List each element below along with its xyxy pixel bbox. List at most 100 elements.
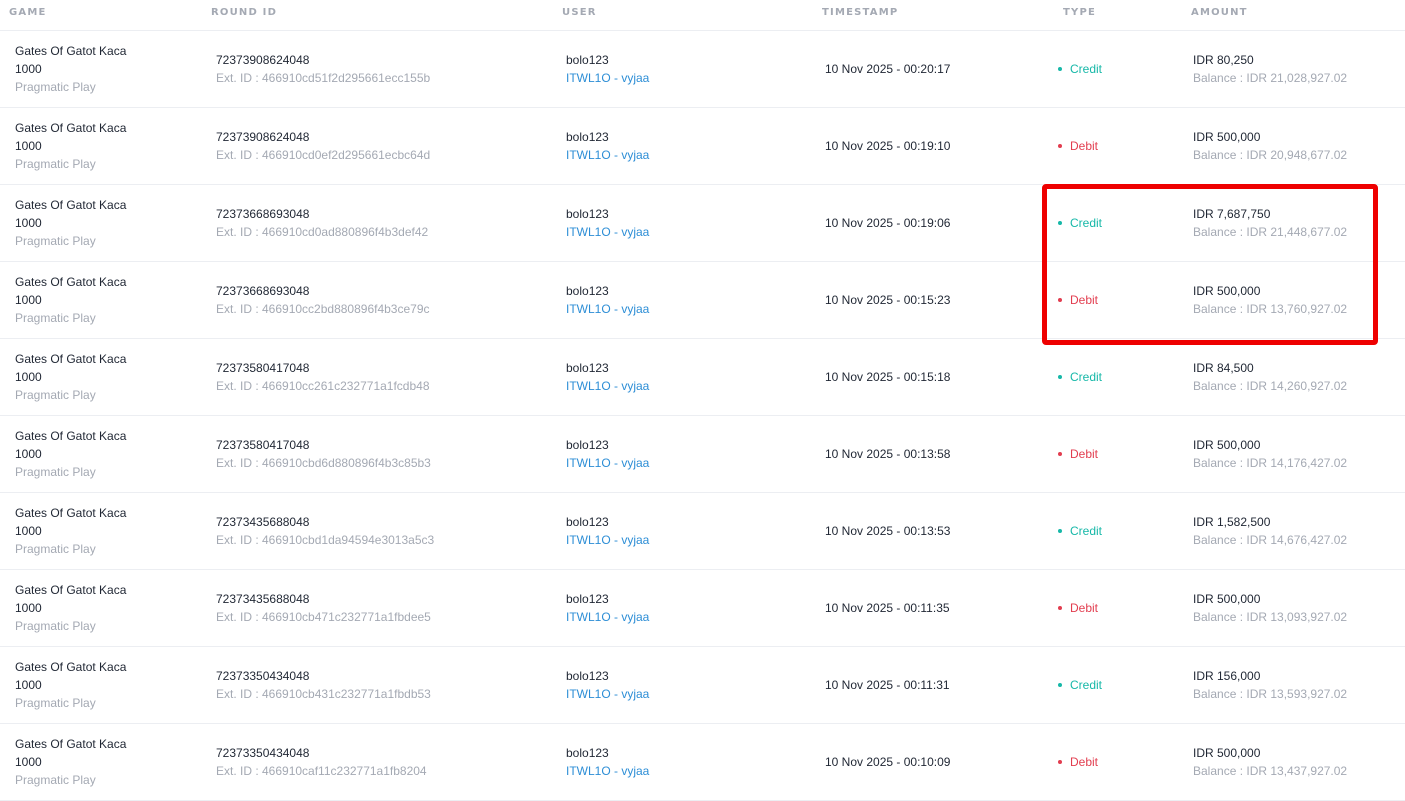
username: bolo123 bbox=[566, 669, 609, 683]
game-cell: Gates Of Gatot Kaca 1000 Pragmatic Play bbox=[15, 658, 126, 712]
amount-value: IDR 500,000 bbox=[1193, 438, 1261, 452]
game-name: Gates Of Gatot Kaca bbox=[15, 121, 127, 135]
status-dot-icon bbox=[1058, 144, 1062, 148]
timestamp: 10 Nov 2025 - 00:20:17 bbox=[825, 62, 951, 76]
game-name: Gates Of Gatot Kaca bbox=[15, 44, 127, 58]
game-variant: 1000 bbox=[15, 62, 42, 76]
agent-link[interactable]: ITWL1O - vyjaa bbox=[566, 300, 649, 318]
amount-cell: IDR 1,582,500 Balance : IDR 14,676,427.0… bbox=[1193, 513, 1347, 549]
user-cell: bolo123 ITWL1O - vyjaa bbox=[566, 205, 649, 241]
user-cell: bolo123 ITWL1O - vyjaa bbox=[566, 590, 649, 626]
type-label: Credit bbox=[1070, 62, 1103, 76]
timestamp: 10 Nov 2025 - 00:13:53 bbox=[825, 524, 951, 538]
status-dot-icon bbox=[1058, 683, 1062, 687]
username: bolo123 bbox=[566, 438, 609, 452]
game-variant: 1000 bbox=[15, 216, 42, 230]
ext-id: Ext. ID : 466910cc261c232771a1fcdb48 bbox=[216, 379, 430, 393]
game-variant: 1000 bbox=[15, 601, 42, 615]
table-row[interactable]: Gates Of Gatot Kaca 1000 Pragmatic Play … bbox=[0, 262, 1405, 339]
game-name: Gates Of Gatot Kaca bbox=[15, 737, 127, 751]
status-dot-icon bbox=[1058, 298, 1062, 302]
round-id: 72373908624048 bbox=[216, 130, 310, 144]
table-row[interactable]: Gates Of Gatot Kaca 1000 Pragmatic Play … bbox=[0, 185, 1405, 262]
user-cell: bolo123 ITWL1O - vyjaa bbox=[566, 359, 649, 395]
game-provider: Pragmatic Play bbox=[15, 619, 96, 633]
type-badge: Credit bbox=[1058, 60, 1102, 78]
round-id: 72373350434048 bbox=[216, 669, 310, 683]
status-dot-icon bbox=[1058, 606, 1062, 610]
game-cell: Gates Of Gatot Kaca 1000 Pragmatic Play bbox=[15, 427, 126, 481]
round-cell: 72373580417048 Ext. ID : 466910cbd6d8808… bbox=[216, 436, 431, 472]
status-dot-icon bbox=[1058, 529, 1062, 533]
ext-id: Ext. ID : 466910cd0ef2d295661ecbc64d bbox=[216, 148, 431, 162]
round-cell: 72373350434048 Ext. ID : 466910caf11c232… bbox=[216, 744, 427, 780]
agent-link[interactable]: ITWL1O - vyjaa bbox=[566, 146, 649, 164]
agent-link[interactable]: ITWL1O - vyjaa bbox=[566, 762, 649, 780]
table-row[interactable]: Gates Of Gatot Kaca 1000 Pragmatic Play … bbox=[0, 31, 1405, 108]
game-provider: Pragmatic Play bbox=[15, 465, 96, 479]
agent-link[interactable]: ITWL1O - vyjaa bbox=[566, 531, 649, 549]
user-cell: bolo123 ITWL1O - vyjaa bbox=[566, 282, 649, 318]
agent-link[interactable]: ITWL1O - vyjaa bbox=[566, 608, 649, 626]
game-cell: Gates Of Gatot Kaca 1000 Pragmatic Play bbox=[15, 196, 126, 250]
round-cell: 72373435688048 Ext. ID : 466910cbd1da945… bbox=[216, 513, 434, 549]
table-row[interactable]: Gates Of Gatot Kaca 1000 Pragmatic Play … bbox=[0, 493, 1405, 570]
game-provider: Pragmatic Play bbox=[15, 311, 96, 325]
game-provider: Pragmatic Play bbox=[15, 234, 96, 248]
username: bolo123 bbox=[566, 515, 609, 529]
table-row[interactable]: Gates Of Gatot Kaca 1000 Pragmatic Play … bbox=[0, 647, 1405, 724]
user-cell: bolo123 ITWL1O - vyjaa bbox=[566, 513, 649, 549]
table-row[interactable]: Gates Of Gatot Kaca 1000 Pragmatic Play … bbox=[0, 724, 1405, 801]
game-provider: Pragmatic Play bbox=[15, 773, 96, 787]
user-cell: bolo123 ITWL1O - vyjaa bbox=[566, 128, 649, 164]
username: bolo123 bbox=[566, 361, 609, 375]
table-row[interactable]: Gates Of Gatot Kaca 1000 Pragmatic Play … bbox=[0, 570, 1405, 647]
agent-link[interactable]: ITWL1O - vyjaa bbox=[566, 377, 649, 395]
timestamp: 10 Nov 2025 - 00:10:09 bbox=[825, 755, 951, 769]
game-variant: 1000 bbox=[15, 678, 42, 692]
ext-id: Ext. ID : 466910cd51f2d295661ecc155b bbox=[216, 71, 431, 85]
game-cell: Gates Of Gatot Kaca 1000 Pragmatic Play bbox=[15, 581, 126, 635]
amount-cell: IDR 80,250 Balance : IDR 21,028,927.02 bbox=[1193, 51, 1347, 87]
header-timestamp[interactable]: TIMESTAMP bbox=[822, 7, 898, 18]
game-cell: Gates Of Gatot Kaca 1000 Pragmatic Play bbox=[15, 504, 126, 558]
round-id: 72373435688048 bbox=[216, 515, 310, 529]
header-user[interactable]: USER bbox=[562, 7, 597, 18]
game-variant: 1000 bbox=[15, 293, 42, 307]
game-provider: Pragmatic Play bbox=[15, 80, 96, 94]
type-label: Debit bbox=[1070, 293, 1099, 307]
table-row[interactable]: Gates Of Gatot Kaca 1000 Pragmatic Play … bbox=[0, 416, 1405, 493]
type-label: Credit bbox=[1070, 216, 1103, 230]
agent-link[interactable]: ITWL1O - vyjaa bbox=[566, 69, 649, 87]
amount-value: IDR 7,687,750 bbox=[1193, 207, 1271, 221]
table-row[interactable]: Gates Of Gatot Kaca 1000 Pragmatic Play … bbox=[0, 108, 1405, 185]
header-game[interactable]: GAME bbox=[9, 7, 47, 18]
type-label: Credit bbox=[1070, 524, 1103, 538]
game-cell: Gates Of Gatot Kaca 1000 Pragmatic Play bbox=[15, 350, 126, 404]
header-round-id[interactable]: ROUND ID bbox=[211, 7, 277, 18]
agent-link[interactable]: ITWL1O - vyjaa bbox=[566, 685, 649, 703]
amount-value: IDR 500,000 bbox=[1193, 130, 1261, 144]
game-provider: Pragmatic Play bbox=[15, 542, 96, 556]
agent-link[interactable]: ITWL1O - vyjaa bbox=[566, 223, 649, 241]
type-label: Debit bbox=[1070, 601, 1099, 615]
timestamp: 10 Nov 2025 - 00:15:18 bbox=[825, 370, 951, 384]
status-dot-icon bbox=[1058, 221, 1062, 225]
header-amount[interactable]: AMOUNT bbox=[1191, 7, 1248, 18]
balance-value: Balance : IDR 20,948,677.02 bbox=[1193, 148, 1348, 162]
amount-cell: IDR 500,000 Balance : IDR 14,176,427.02 bbox=[1193, 436, 1347, 472]
round-cell: 72373908624048 Ext. ID : 466910cd51f2d29… bbox=[216, 51, 430, 87]
agent-link[interactable]: ITWL1O - vyjaa bbox=[566, 454, 649, 472]
status-dot-icon bbox=[1058, 760, 1062, 764]
game-provider: Pragmatic Play bbox=[15, 696, 96, 710]
game-name: Gates Of Gatot Kaca bbox=[15, 198, 127, 212]
ext-id: Ext. ID : 466910cc2bd880896f4b3ce79c bbox=[216, 302, 430, 316]
round-cell: 72373435688048 Ext. ID : 466910cb471c232… bbox=[216, 590, 431, 626]
table-row[interactable]: Gates Of Gatot Kaca 1000 Pragmatic Play … bbox=[0, 339, 1405, 416]
type-label: Credit bbox=[1070, 370, 1103, 384]
ext-id: Ext. ID : 466910cd0ad880896f4b3def42 bbox=[216, 225, 429, 239]
timestamp: 10 Nov 2025 - 00:15:23 bbox=[825, 293, 951, 307]
header-type[interactable]: TYPE bbox=[1063, 7, 1096, 18]
type-badge: Credit bbox=[1058, 676, 1102, 694]
username: bolo123 bbox=[566, 53, 609, 67]
